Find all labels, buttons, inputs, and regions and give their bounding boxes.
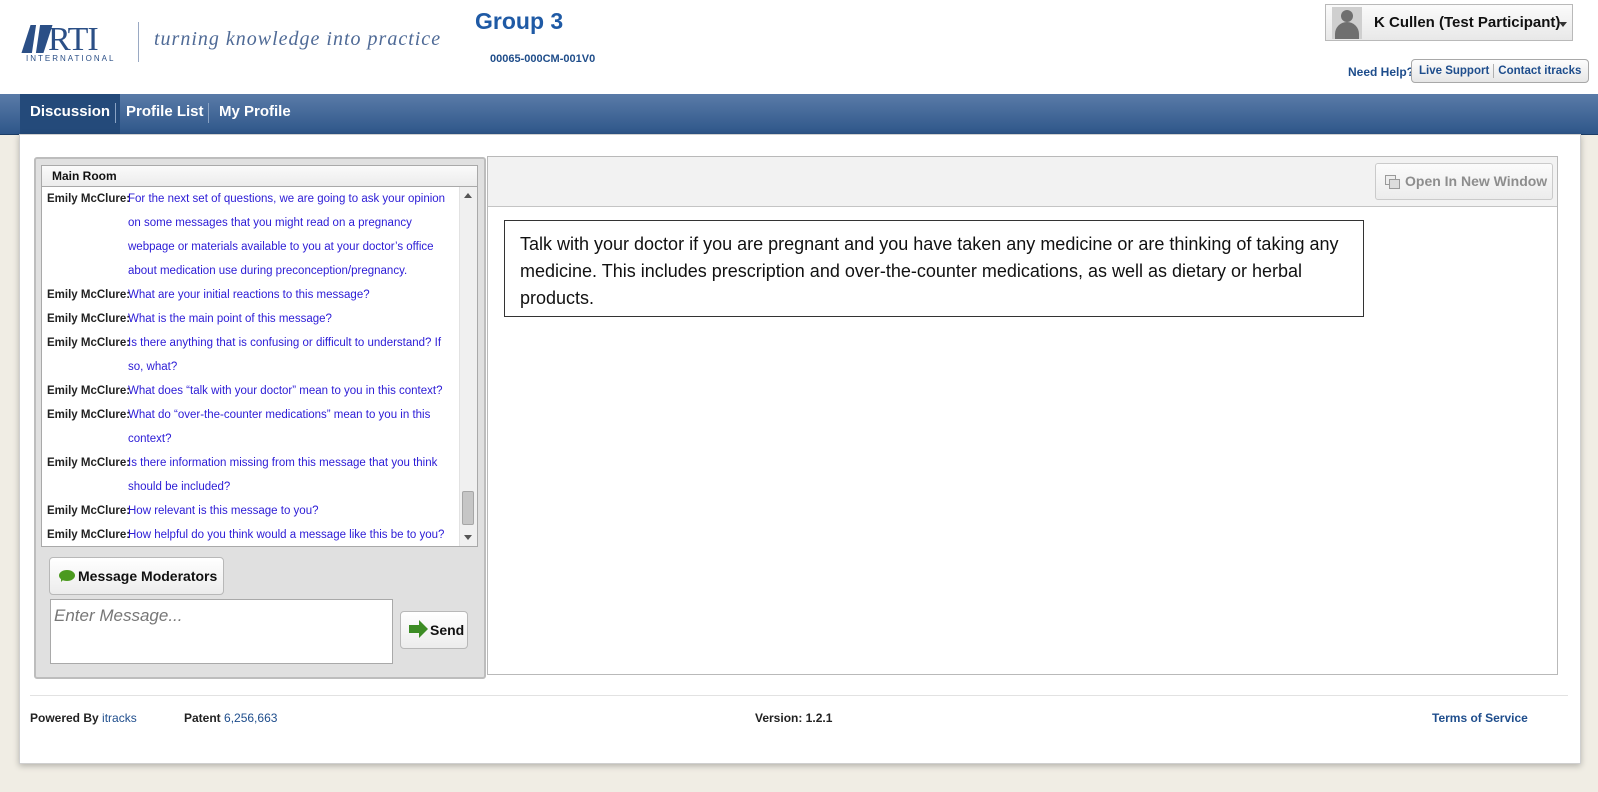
nav-tab-my-profile[interactable]: My Profile: [209, 94, 301, 134]
message-input[interactable]: Enter Message...: [50, 599, 393, 664]
nav-tab-discussion[interactable]: Discussion: [20, 94, 121, 134]
message-author: Emily McClure:: [47, 313, 131, 325]
message-scrollbar[interactable]: [459, 187, 477, 546]
message-text: Is there anything that is confusing or d…: [128, 337, 442, 373]
message-author: Emily McClure:: [47, 193, 131, 205]
rti-logo-subtext: INTERNATIONAL: [26, 54, 116, 63]
message-moderators-label: Message Moderators: [78, 568, 218, 584]
rti-logo[interactable]: RTI INTERNATIONAL: [21, 21, 122, 64]
stimulus-message: Talk with your doctor if you are pregnan…: [504, 220, 1364, 317]
scroll-up-icon[interactable]: [464, 193, 472, 198]
main-content: Main Room Emily McClure: For the next set…: [19, 134, 1581, 764]
patent-number-link[interactable]: 6,256,663: [224, 711, 277, 725]
need-help-label: Need Help?: [1348, 65, 1415, 79]
scroll-down-icon[interactable]: [464, 535, 472, 540]
user-name: K Cullen (Test Participant): [1374, 14, 1561, 31]
contact-itracks-link[interactable]: Contact itracks: [1494, 65, 1585, 77]
message-author: Emily McClure:: [47, 457, 131, 469]
message-author: Emily McClure:: [47, 385, 131, 397]
footer-divider: [30, 695, 1568, 696]
chat-panel: Main Room Emily McClure: For the next set…: [34, 157, 486, 679]
live-support-link[interactable]: Live Support: [1415, 65, 1493, 77]
rti-logo-text: RTI: [48, 21, 99, 58]
chat-message: Emily McClure: What do “over-the-counter …: [42, 403, 477, 451]
chat-message: Emily McClure: For the next set of questi…: [42, 187, 477, 283]
new-window-icon: [1385, 175, 1400, 189]
message-author: Emily McClure:: [47, 337, 131, 349]
chat-message: Emily McClure: What does “talk with your …: [42, 379, 477, 403]
message-text: What does “talk with your doctor” mean t…: [128, 385, 443, 397]
message-moderators-button[interactable]: Message Moderators: [49, 557, 224, 595]
open-in-new-window-button[interactable]: Open In New Window: [1375, 163, 1553, 200]
main-nav: Discussion Profile List My Profile: [0, 94, 1598, 135]
message-author: Emily McClure:: [47, 529, 131, 541]
arrow-right-icon: [409, 620, 428, 638]
message-author: Emily McClure:: [47, 409, 131, 421]
support-links: Live Support Contact itracks: [1411, 59, 1590, 83]
nav-tab-profile-list[interactable]: Profile List: [116, 94, 214, 134]
message-list[interactable]: Emily McClure: For the next set of questi…: [41, 187, 478, 547]
powered-by: Powered By itracks: [30, 711, 137, 725]
room-title: Main Room: [41, 165, 478, 187]
patent: Patent 6,256,663: [184, 711, 277, 725]
page-header: RTI INTERNATIONAL turning knowledge into…: [0, 0, 1598, 94]
message-text: What is the main point of this message?: [128, 313, 332, 325]
send-button[interactable]: Send: [400, 611, 468, 649]
chat-message: Emily McClure: Is there anything that is …: [42, 331, 477, 379]
message-text: What are your initial reactions to this …: [128, 289, 370, 301]
chat-message: Emily McClure: How relevant is this messa…: [42, 499, 477, 523]
open-in-new-window-label: Open In New Window: [1405, 173, 1548, 189]
user-avatar-icon: [1332, 7, 1362, 39]
chevron-down-icon: [1559, 22, 1567, 27]
tagline: turning knowledge into practice: [154, 28, 442, 50]
message-text: For the next set of questions, we are go…: [128, 193, 446, 277]
stimulus-toolbar: Open In New Window: [488, 157, 1557, 207]
project-code: 00065-000CM-001V0: [490, 53, 596, 65]
chat-message: Emily McClure: How helpful do you think w…: [42, 523, 477, 546]
message-author: Emily McClure:: [47, 505, 131, 517]
patent-label: Patent: [184, 711, 221, 725]
chat-message: Emily McClure: What are your initial reac…: [42, 283, 477, 307]
itracks-link[interactable]: itracks: [102, 711, 137, 725]
send-label: Send: [430, 622, 465, 638]
group-title: Group 3: [475, 8, 564, 34]
powered-by-label: Powered By: [30, 711, 99, 725]
chat-message: Emily McClure: Is there information missi…: [42, 451, 477, 499]
stimulus-panel: Open In New Window Talk with your doctor…: [487, 156, 1558, 675]
scroll-thumb[interactable]: [462, 491, 474, 525]
message-text: How relevant is this message to you?: [128, 505, 319, 517]
message-text: How helpful do you think would a message…: [128, 529, 445, 541]
speech-bubble-icon: [59, 570, 75, 582]
chat-message: Emily McClure: What is the main point of …: [42, 307, 477, 331]
message-author: Emily McClure:: [47, 289, 131, 301]
terms-of-service-link[interactable]: Terms of Service: [1432, 711, 1528, 725]
user-menu-button[interactable]: K Cullen (Test Participant): [1325, 4, 1573, 41]
version-label: Version: 1.2.1: [755, 711, 833, 725]
message-text: What do “over-the-counter medications” m…: [128, 409, 431, 445]
message-text: Is there information missing from this m…: [128, 457, 438, 493]
logo-divider: [138, 22, 139, 62]
